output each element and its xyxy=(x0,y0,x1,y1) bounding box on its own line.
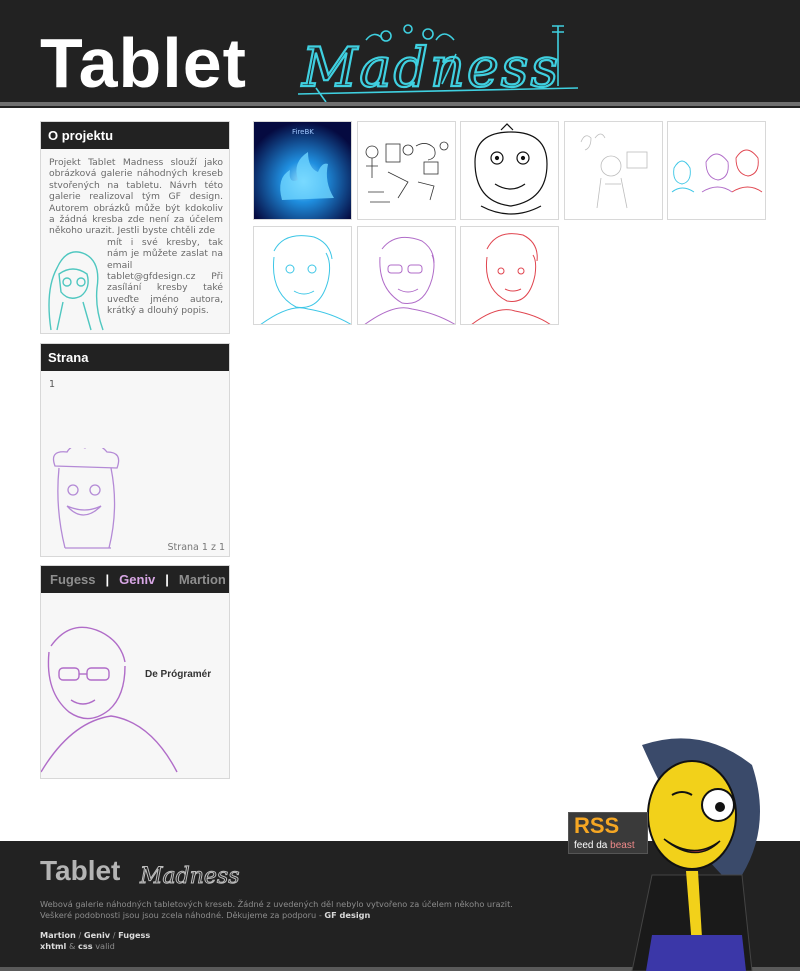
red-portrait-icon xyxy=(471,233,551,324)
rss-sub-prefix: feed da xyxy=(574,840,611,851)
footer-description: Webová galerie náhodných tabletových kre… xyxy=(40,899,520,921)
footer-logo-word[interactable]: Tablet xyxy=(40,853,120,889)
site-logo-madness[interactable]: Madness xyxy=(296,14,586,104)
hooded-figure-icon xyxy=(48,251,104,331)
cyan-portrait-icon xyxy=(260,235,351,324)
footer-logo-madness[interactable]: Madness xyxy=(138,853,250,890)
team-tabs: Fugess | Geniv | Martion xyxy=(41,566,229,593)
rss-feed-button[interactable]: RSS feed da beast xyxy=(568,812,648,854)
valid-and: & xyxy=(68,941,76,951)
footer-logo-madness-text: Madness xyxy=(139,864,240,889)
pages-box: Strana 1 Strana 1 z 1 xyxy=(40,343,230,557)
gallery-thumb[interactable] xyxy=(460,121,559,220)
purple-portrait-icon xyxy=(364,236,455,324)
gallery-thumb[interactable]: FireBK xyxy=(253,121,352,220)
about-title: O projektu xyxy=(41,122,229,149)
rss-subtitle: feed da beast xyxy=(574,840,635,851)
pages-title: Strana xyxy=(41,344,229,371)
about-box: O projektu Projekt Tablet Madness slouží… xyxy=(40,121,230,334)
rss-sub-highlight: beast xyxy=(610,840,635,851)
gallery-thumb[interactable] xyxy=(357,226,456,325)
xhtml-valid-link[interactable]: xhtml xyxy=(40,941,66,951)
page-count-text: Strana 1 z 1 xyxy=(167,542,225,553)
page: Tablet Madness O projektu Projekt Tablet… xyxy=(0,0,800,971)
tab-separator: | xyxy=(105,572,110,587)
tab-fugess[interactable]: Fugess xyxy=(50,566,96,593)
geniv-portrait-icon xyxy=(41,626,178,773)
site-header: Tablet Madness xyxy=(0,0,800,108)
team-role-text: De Prógramér xyxy=(145,669,212,680)
rss-label: RSS xyxy=(574,813,620,838)
sketch-scene-icon xyxy=(365,141,449,203)
tab-martion[interactable]: Martion xyxy=(179,566,226,593)
footer-desc-line1: Webová galerie náhodných tabletových kre… xyxy=(40,899,513,909)
footer-sponsor-link[interactable]: GF design xyxy=(324,910,370,920)
faint-sketch-icon xyxy=(580,133,648,209)
site-logo-word[interactable]: Tablet xyxy=(40,22,247,104)
credit-fugess-link[interactable]: Fugess xyxy=(118,930,150,940)
valid-suffix: valid xyxy=(95,941,115,951)
tab-geniv[interactable]: Geniv xyxy=(119,566,155,593)
credit-geniv-link[interactable]: Geniv xyxy=(84,930,110,940)
header-rule xyxy=(0,102,800,106)
page-number-link[interactable]: 1 xyxy=(49,379,55,390)
three-portraits-icon xyxy=(671,149,763,193)
css-valid-link[interactable]: css xyxy=(78,941,93,951)
gallery-thumb[interactable] xyxy=(564,121,663,220)
character-face-icon xyxy=(474,123,548,215)
gallery-thumb[interactable] xyxy=(460,226,559,325)
credit-separator: / xyxy=(78,930,82,940)
footer-desc-line2: Veškeré podobnosti jsou jsou zcela náhod… xyxy=(40,910,325,920)
chef-figure-icon xyxy=(52,448,120,549)
tab-separator: | xyxy=(165,572,169,587)
blue-fire-icon: FireBK xyxy=(254,122,351,219)
credit-separator: / xyxy=(112,930,116,940)
team-box: Fugess | Geniv | Martion De Prógramér xyxy=(40,565,230,779)
gallery-thumb[interactable] xyxy=(357,121,456,220)
about-text-top: Projekt Tablet Madness slouží jako obráz… xyxy=(49,157,223,237)
gallery-thumb[interactable] xyxy=(667,121,766,220)
footer-credits: Martion / Geniv / Fugess xhtml & css val… xyxy=(40,930,150,952)
thumb-label: FireBK xyxy=(292,128,314,136)
gallery-thumb[interactable] xyxy=(253,226,352,325)
credit-martion-link[interactable]: Martion xyxy=(40,930,76,940)
